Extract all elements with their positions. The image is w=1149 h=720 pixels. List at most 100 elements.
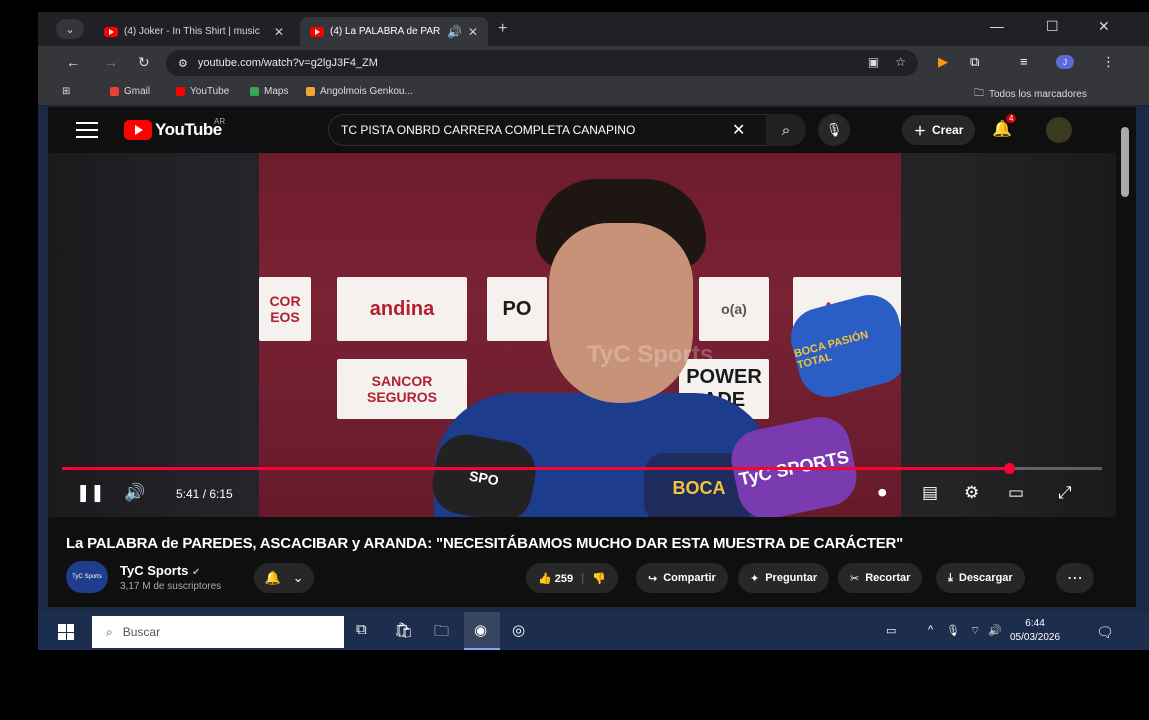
bookmark-youtube[interactable]: YouTube — [176, 86, 229, 97]
autoplay-toggle-icon[interactable]: ⏺ — [878, 483, 887, 503]
display-icon[interactable]: ▭ — [886, 624, 896, 637]
chrome-icon[interactable]: ◉ — [474, 621, 487, 639]
minimize-icon[interactable]: — — [990, 18, 1004, 34]
windows-start-icon[interactable] — [58, 624, 74, 640]
settings-gear-icon[interactable]: ⚙ — [964, 483, 979, 503]
plus-icon: ＋ — [914, 123, 927, 138]
taskbar-search-placeholder: Buscar — [122, 625, 161, 639]
progress-scrubber[interactable] — [1004, 463, 1016, 474]
volume-icon[interactable]: 🔊 — [124, 483, 145, 503]
back-icon[interactable]: ← — [66, 54, 80, 70]
cast-icon[interactable]: ▣ — [868, 55, 879, 69]
profile-avatar[interactable]: J — [1056, 55, 1074, 69]
subtitles-icon[interactable]: ▤ — [922, 483, 938, 503]
youtube-wordmark: YouTube — [155, 120, 222, 139]
taskbar-search-input[interactable]: ⌕ Buscar — [92, 616, 344, 648]
fullscreen-icon[interactable]: ⤢ — [1058, 483, 1072, 503]
chevron-down-icon: ⌄ — [292, 570, 304, 585]
thumbs-down-icon: 👎 — [592, 572, 606, 585]
youtube-favicon-icon — [104, 26, 118, 37]
sponsor-board: o(a) — [699, 277, 769, 341]
network-icon[interactable]: ⌔ — [970, 624, 980, 638]
channel-avatar[interactable]: TyC Sports — [66, 561, 108, 593]
person-face — [549, 223, 693, 403]
tray-microphone-icon[interactable]: 🎙 — [946, 624, 960, 637]
download-button[interactable]: ⤓ Descargar — [936, 563, 1025, 593]
forward-icon[interactable]: → — [104, 54, 118, 70]
recorder-icon[interactable]: ◎ — [512, 621, 525, 639]
share-button[interactable]: ↪ Compartir — [636, 563, 728, 593]
browser-toolbar: ← → ↻ ⚙ youtube.com/watch?v=g2lgJ3F4_ZM … — [38, 46, 1149, 78]
share-icon: ↪ — [648, 572, 658, 585]
new-tab-button[interactable]: + — [498, 20, 507, 38]
subscribed-bell-button[interactable]: 🔔 ⌄ — [254, 563, 314, 593]
extensions-icon[interactable]: ⧉ — [970, 54, 979, 70]
voice-search-button[interactable]: 🎙 — [818, 114, 850, 146]
search-button[interactable]: ⌕ — [766, 114, 806, 146]
create-button[interactable]: ＋ Crear — [902, 115, 976, 145]
bookmark-maps[interactable]: Maps — [250, 86, 288, 97]
clear-search-icon[interactable]: ✕ — [732, 120, 745, 140]
theater-mode-icon[interactable]: ▭ — [1008, 483, 1024, 503]
page-scrollbar[interactable] — [1118, 117, 1130, 607]
address-bar[interactable]: ⚙ youtube.com/watch?v=g2lgJ3F4_ZM ▣ ☆ — [166, 50, 918, 76]
file-explorer-icon[interactable]: 🗀 — [434, 621, 449, 646]
task-view-icon[interactable]: ⧉ — [356, 621, 367, 638]
speaker-icon[interactable]: 🔊 — [447, 25, 462, 39]
site-info-icon[interactable]: ⚙ — [178, 57, 188, 70]
close-window-icon[interactable]: ✕ — [1098, 18, 1110, 35]
video-player[interactable]: COR EOS andina SANCOR SEGUROS PO o(a) Ay… — [48, 153, 1116, 517]
tab-title: (4) La PALABRA de PAREDE — [330, 26, 441, 37]
bookmark-star-icon[interactable]: ☆ — [895, 55, 906, 69]
search-input[interactable]: TC PISTA ONBRD CARRERA COMPLETA CANAPINO — [328, 114, 768, 146]
hamburger-menu-icon[interactable] — [76, 122, 98, 143]
tab-strip: ⌄ (4) Joker - In This Shirt | music ✕ (4… — [38, 12, 1149, 46]
clip-button[interactable]: ✂ Recortar — [838, 563, 923, 593]
clock-date: 05/03/2026 — [1010, 632, 1061, 643]
system-clock[interactable]: 6:44 05/03/2026 — [1010, 617, 1060, 645]
user-avatar[interactable] — [1046, 117, 1072, 143]
search-icon: ⌕ — [106, 624, 113, 639]
bookmark-angolmois[interactable]: Angolmois Genkou... — [306, 86, 413, 97]
channel-name[interactable]: TyC Sports ✔ — [120, 563, 200, 578]
more-actions-button[interactable]: ⋯ — [1056, 563, 1094, 593]
store-icon[interactable]: 🛍 — [394, 621, 413, 639]
like-button[interactable]: 👍 259 — [538, 572, 573, 585]
ask-button[interactable]: ✦ Preguntar — [738, 563, 830, 593]
notification-badge: 4 — [1006, 114, 1017, 123]
youtube-logo[interactable]: YouTube — [124, 120, 222, 140]
bookmark-label: Gmail — [124, 86, 151, 97]
volume-tray-icon[interactable]: 🔊 — [988, 624, 1002, 637]
region-code: AR — [214, 117, 226, 126]
dislike-button[interactable]: 👎 — [592, 572, 606, 585]
tab-search-button[interactable]: ⌄ — [56, 19, 84, 39]
tab-la-palabra[interactable]: (4) La PALABRA de PAREDE 🔊 ✕ — [300, 17, 488, 46]
menu-kebab-icon[interactable]: ⋮ — [1102, 54, 1115, 70]
close-tab-icon[interactable]: ✕ — [274, 25, 284, 39]
clock-time: 6:44 — [1025, 618, 1045, 629]
notifications-icon[interactable]: 🗨 — [1096, 624, 1114, 641]
reload-icon[interactable]: ↻ — [138, 54, 150, 71]
media-controls-icon[interactable]: ≡ — [1020, 54, 1028, 69]
scrollbar-thumb[interactable] — [1121, 127, 1129, 197]
all-bookmarks[interactable]: 🗀 Todos los marcadores — [974, 86, 1087, 103]
video-title: La PALABRA de PAREDES, ASCACIBAR y ARAND… — [66, 535, 904, 552]
sponsor-board: COR EOS — [259, 277, 311, 341]
bookmark-label: Maps — [264, 86, 289, 97]
tab-joker[interactable]: (4) Joker - In This Shirt | music ✕ — [94, 17, 294, 46]
bookmark-gmail[interactable]: Gmail — [110, 86, 150, 97]
progress-bar[interactable] — [62, 463, 1102, 474]
bookmarks-bar: ⊞ Gmail YouTube Maps Angolmois Genkou...… — [38, 78, 1149, 106]
apps-grid-icon[interactable]: ⊞ — [62, 86, 70, 97]
bookmark-site-icon — [306, 87, 315, 96]
tray-chevron-icon[interactable]: ^ — [928, 624, 933, 636]
maximize-icon[interactable]: ☐ — [1046, 18, 1059, 35]
thumbs-up-icon: 👍 — [538, 572, 552, 585]
extension-play-icon[interactable]: ▶ — [938, 54, 948, 70]
tab-title: (4) Joker - In This Shirt | music — [124, 26, 260, 37]
windows-taskbar: ⌕ Buscar ⧉ 🛍 🗀 ◉ ◎ ▭ ^ 🎙 ⌔ 🔊 6:44 05/03/… — [38, 612, 1149, 650]
bookmark-label: Angolmois Genkou... — [320, 86, 413, 97]
pause-icon[interactable]: ❚❚ — [76, 483, 105, 503]
close-tab-icon[interactable]: ✕ — [468, 25, 478, 39]
clip-label: Recortar — [865, 572, 911, 584]
